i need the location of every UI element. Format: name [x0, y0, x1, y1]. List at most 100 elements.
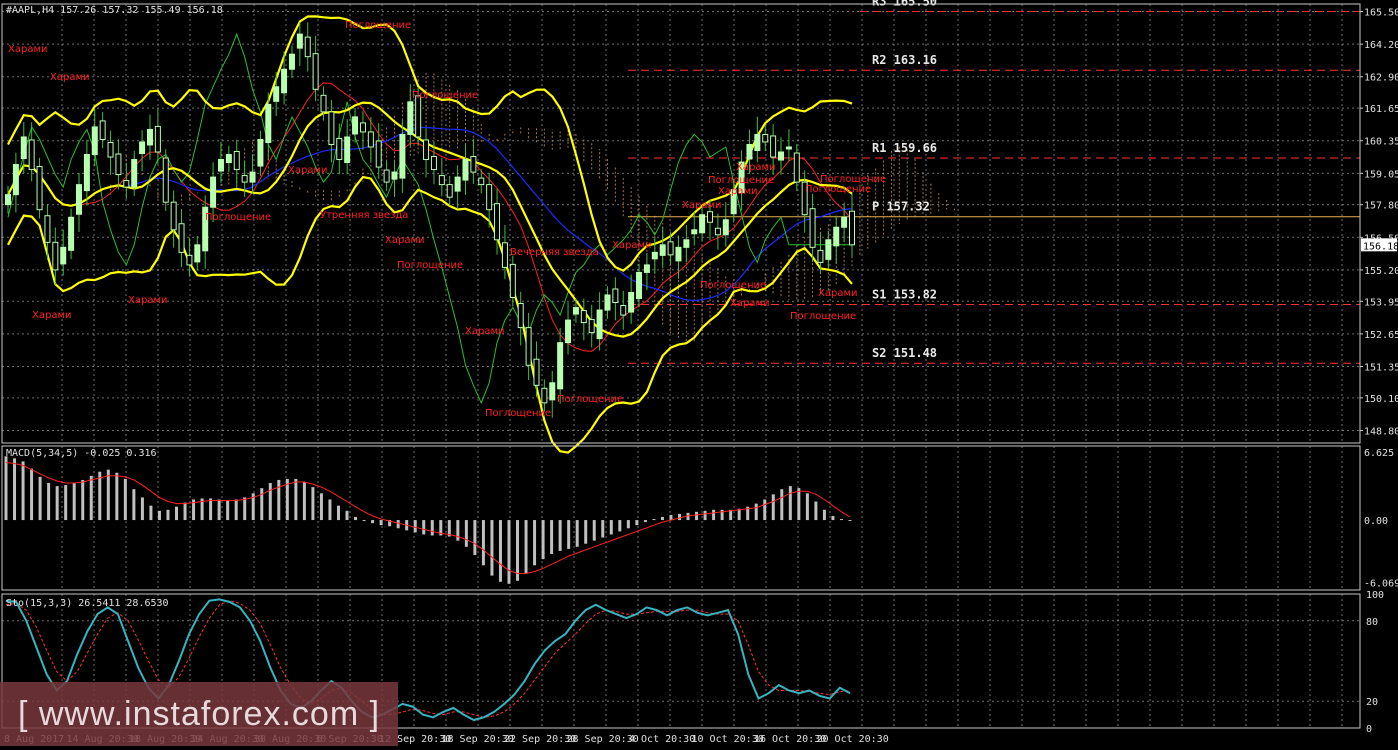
candle	[344, 136, 351, 164]
y-tick-label: 150.10	[1364, 394, 1398, 405]
candle	[399, 133, 406, 179]
candle	[320, 94, 327, 113]
candle	[841, 216, 848, 228]
candle	[12, 164, 19, 196]
candle	[533, 358, 540, 386]
pattern-label: Поглощение	[412, 90, 478, 101]
macd-bar	[354, 516, 358, 521]
macd-bar	[763, 499, 767, 521]
candle	[659, 244, 666, 256]
candle	[241, 175, 248, 183]
macd-bar	[268, 483, 272, 521]
macd-y-tick-label: 0.00	[1364, 516, 1388, 527]
candle	[636, 271, 643, 300]
macd-title: MACD(5,34,5) -0.025 0.316	[6, 448, 157, 459]
macd-bar	[839, 519, 843, 521]
candle	[683, 239, 690, 248]
macd-bar	[635, 520, 639, 526]
pattern-label: Харами	[288, 165, 328, 176]
macd-bar	[55, 486, 59, 521]
macd-bar	[660, 516, 664, 521]
x-tick-label: 18 Sep 20:30	[442, 734, 514, 745]
macd-bar	[550, 520, 554, 554]
candle	[115, 153, 122, 176]
candle	[714, 227, 721, 236]
candle	[383, 169, 390, 183]
price-tag-label: 156.18	[1363, 241, 1398, 252]
macd-bar	[149, 505, 153, 521]
macd-bar	[677, 513, 681, 521]
pattern-label: Харами	[385, 235, 425, 246]
candle	[99, 120, 106, 140]
candle	[470, 156, 477, 173]
axes: 165.50 164.20 162.90 161.65 160.35 159.05 157.…	[1, 3, 1398, 745]
macd-bar	[345, 510, 349, 521]
macd-bar	[209, 498, 213, 521]
macd-bar	[430, 520, 434, 536]
candle	[225, 154, 232, 164]
y-tick-label: 152.65	[1364, 330, 1398, 341]
macd-bar	[592, 520, 596, 541]
pattern-label: Харами	[32, 310, 72, 321]
candle	[675, 246, 682, 262]
candle	[746, 143, 753, 160]
candle	[44, 215, 51, 243]
macd-bar	[575, 520, 579, 547]
candle	[194, 244, 201, 263]
macd-bar	[336, 505, 340, 521]
pattern-label: Поглощение	[700, 280, 766, 291]
candle	[691, 229, 698, 235]
candle	[233, 151, 240, 171]
macd-bar	[456, 520, 460, 541]
x-tick-label: 16 Oct 20:30	[754, 734, 826, 745]
pattern-label: Поглощение	[345, 20, 411, 31]
x-tick-label: 4 Oct 20:30	[629, 734, 695, 745]
candle	[367, 131, 374, 148]
macd-bar	[123, 478, 127, 521]
candle	[249, 171, 256, 183]
candle	[139, 141, 146, 155]
candle	[146, 128, 153, 146]
macd-bar	[533, 520, 537, 566]
candle	[36, 166, 43, 211]
candle	[785, 146, 792, 150]
macd-bar	[311, 487, 315, 521]
main-title: #AAPL,H4 157.26 157.32 155.49 156.18	[6, 5, 223, 16]
sto-y-tick-label: 0	[1366, 724, 1372, 735]
pivot-label: R2 163.16	[872, 53, 937, 67]
macd-bar	[98, 471, 102, 521]
pattern-label: Поглощение	[485, 408, 551, 419]
y-tick-label: 161.65	[1364, 104, 1398, 115]
pivot-label: S1 153.82	[872, 288, 937, 302]
macd-bar	[754, 503, 758, 521]
macd-bar	[643, 520, 647, 523]
pattern-label: Харами	[718, 186, 758, 197]
macd-panel	[4, 456, 852, 584]
sto-y-tick-label: 20	[1366, 697, 1378, 708]
candle	[328, 111, 335, 145]
candle	[131, 159, 138, 188]
x-tick-label: 10 Oct 20:30	[692, 734, 764, 745]
candle	[123, 180, 130, 188]
candle	[391, 171, 398, 180]
macd-bar	[175, 506, 179, 521]
macd-bar	[21, 461, 25, 521]
pattern-label: Поглощение	[397, 260, 463, 271]
macd-bar	[805, 493, 809, 521]
x-tick-label: 22 Sep 20:30	[504, 734, 576, 745]
candle	[407, 101, 414, 135]
candle	[517, 303, 524, 329]
candle	[446, 184, 453, 198]
pivot-label: P 157.32	[872, 200, 930, 214]
candle	[770, 135, 777, 158]
candle	[288, 53, 295, 70]
candle	[178, 223, 185, 253]
candle	[667, 241, 674, 256]
candle	[549, 382, 556, 401]
y-tick-label: 160.35	[1364, 137, 1398, 148]
candle	[628, 291, 635, 313]
macd-bar	[771, 494, 775, 521]
macd-y-tick-label: -6.069	[1364, 578, 1398, 589]
candle	[217, 159, 224, 172]
candle	[257, 138, 264, 167]
